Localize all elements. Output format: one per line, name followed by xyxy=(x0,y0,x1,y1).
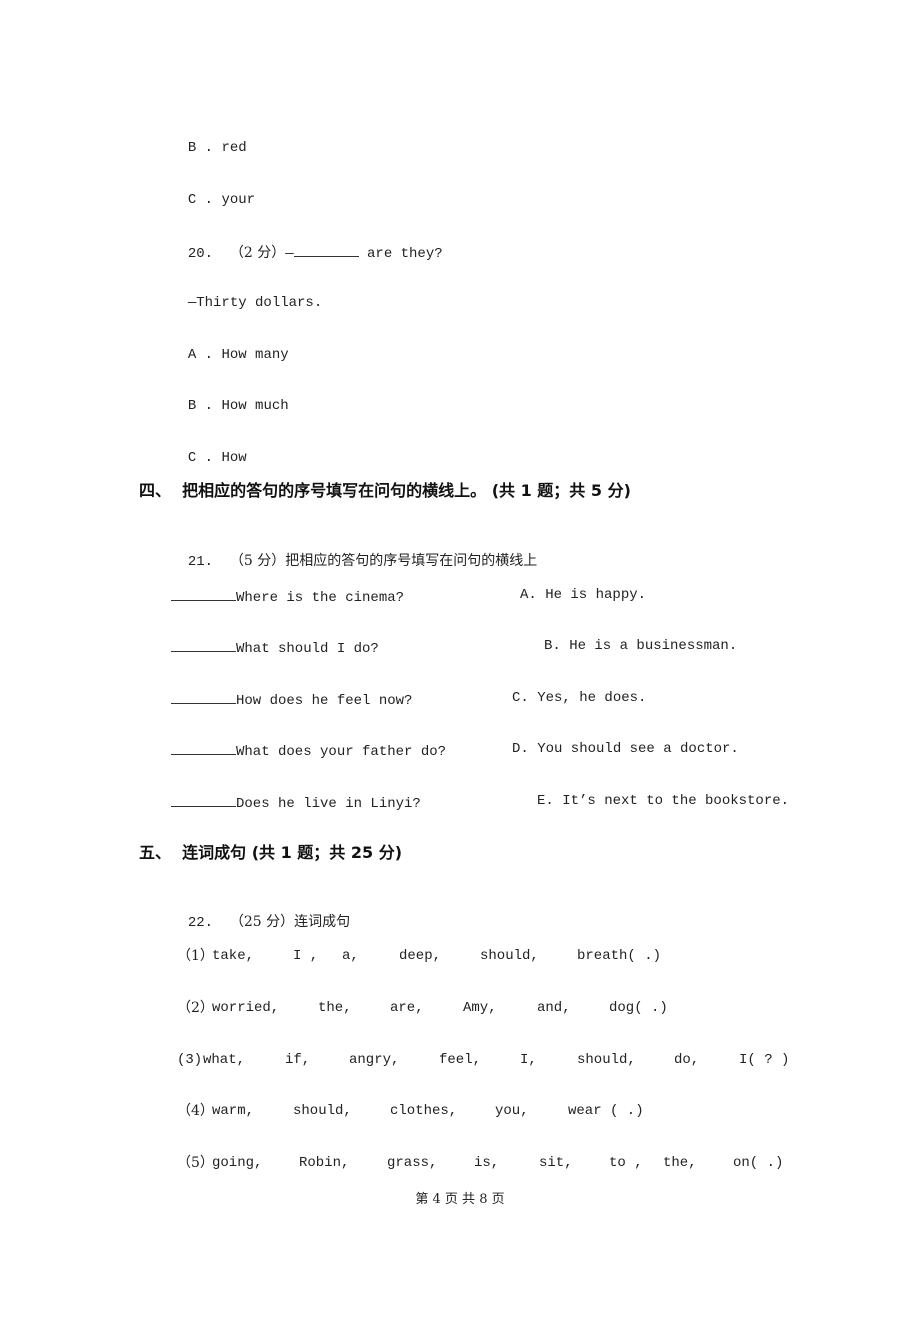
word-token: going, xyxy=(212,1155,263,1171)
match-answer: C. Yes, he does. xyxy=(512,690,647,706)
word-token: on( .) xyxy=(733,1155,784,1171)
word-token: I , xyxy=(293,948,319,964)
item-label: （4） xyxy=(177,1103,214,1119)
word-token: Robin, xyxy=(299,1155,350,1171)
word-token: grass, xyxy=(387,1155,438,1171)
q20-option-c[interactable]: C . How xyxy=(171,431,247,467)
answer-blank[interactable] xyxy=(293,242,359,257)
word-token: dog( .) xyxy=(609,1000,668,1016)
word-token: should, xyxy=(293,1103,352,1119)
match-answer: A. He is happy. xyxy=(520,587,647,603)
word-token: wear ( .) xyxy=(568,1103,644,1119)
q22-prompt: 22. （25 分）连词成句 xyxy=(171,895,350,932)
word-token: the, xyxy=(318,1000,352,1016)
option-letter: C xyxy=(187,192,197,208)
word-token: what, xyxy=(203,1052,246,1068)
question-score: （25 分） xyxy=(229,914,295,930)
item-label: （5） xyxy=(177,1155,214,1171)
question-instruction: 把相应的答句的序号填写在问句的横线上 xyxy=(285,553,538,569)
word-token: angry, xyxy=(349,1052,400,1068)
word-order-item-5: （5） going, Robin, grass, is, sit, to , t… xyxy=(177,1154,897,1172)
question-score: （5 分） xyxy=(229,553,286,569)
word-order-item-1: （1） take, I , a, deep, should, breath( .… xyxy=(177,947,877,965)
question-score: （2 分） xyxy=(229,245,286,261)
q20-reply: —Thirty dollars. xyxy=(187,295,323,311)
word-token: a, xyxy=(342,948,359,964)
word-token: and, xyxy=(537,1000,571,1016)
answer-blank[interactable] xyxy=(171,740,236,755)
option-text: your xyxy=(221,192,256,208)
word-token: I( ? ) xyxy=(739,1052,790,1068)
section-4-heading: 四、 把相应的答句的序号填写在问句的横线上。 (共 1 题；共 5 分) xyxy=(139,481,631,500)
word-token: feel, xyxy=(439,1052,482,1068)
option-text: How xyxy=(221,450,247,466)
match-answer: B. He is a businessman. xyxy=(544,638,738,654)
item-label: （1） xyxy=(177,948,214,964)
q19-option-c: C . your xyxy=(187,192,256,208)
option-letter: A xyxy=(187,347,197,363)
word-order-item-2: （2） worried, the, are, Amy, and, dog( .) xyxy=(177,999,877,1017)
match-row: Where is the cinema? A. He is happy. xyxy=(171,586,871,606)
word-token: the, xyxy=(663,1155,697,1171)
match-row: What does your father do? D. You should … xyxy=(171,740,871,760)
match-question: How does he feel now? xyxy=(236,693,413,709)
word-order-item-3: (3) what, if, angry, feel, I, should, do… xyxy=(177,1051,897,1069)
match-row: How does he feel now? C. Yes, he does. xyxy=(171,689,871,709)
answer-blank[interactable] xyxy=(171,637,236,652)
word-token: worried, xyxy=(212,1000,280,1016)
word-token: are, xyxy=(390,1000,424,1016)
match-row: Does he live in Linyi? E. It’s next to t… xyxy=(171,792,871,812)
word-token: I, xyxy=(520,1052,537,1068)
option-letter: B xyxy=(187,398,197,414)
q20-option-b[interactable]: B . How much xyxy=(171,379,289,415)
match-question: What should I do? xyxy=(236,641,379,657)
option-text: How many xyxy=(221,347,289,363)
prompt-text: are they? xyxy=(358,246,443,262)
q20-prompt: 20. （2 分）— are they? xyxy=(171,224,443,263)
word-token: is, xyxy=(474,1155,500,1171)
option-text: How much xyxy=(221,398,289,414)
word-token: do, xyxy=(674,1052,700,1068)
match-question: Where is the cinema? xyxy=(236,590,405,606)
answer-blank[interactable] xyxy=(171,792,236,807)
q20-option-a[interactable]: A . How many xyxy=(171,328,289,364)
word-token: Amy, xyxy=(463,1000,497,1016)
match-question: What does your father do? xyxy=(236,744,447,760)
word-token: warm, xyxy=(212,1103,255,1119)
word-token: should, xyxy=(577,1052,636,1068)
q19-option-b: B . red xyxy=(187,140,247,156)
q21-prompt: 21. （5 分）把相应的答句的序号填写在问句的横线上 xyxy=(171,534,537,571)
word-token: to , xyxy=(609,1155,643,1171)
word-token: deep, xyxy=(399,948,442,964)
option-letter: C xyxy=(187,450,197,466)
match-answer: E. It’s next to the bookstore. xyxy=(537,793,790,809)
option-text: red xyxy=(221,140,247,156)
word-token: breath( .) xyxy=(577,948,662,964)
answer-blank[interactable] xyxy=(171,586,236,601)
answer-blank[interactable] xyxy=(171,689,236,704)
question-number: 21. xyxy=(187,554,214,570)
item-label: (3) xyxy=(177,1052,203,1068)
word-token: if, xyxy=(285,1052,311,1068)
option-letter: B xyxy=(187,140,197,156)
question-number: 22. xyxy=(187,915,214,931)
word-token: clothes, xyxy=(390,1103,458,1119)
match-row: What should I do? B. He is a businessman… xyxy=(171,637,871,657)
section-5-heading: 五、 连词成句 (共 1 题；共 25 分) xyxy=(139,843,403,862)
word-order-item-4: （4） warm, should, clothes, you, wear ( .… xyxy=(177,1102,877,1120)
match-question: Does he live in Linyi? xyxy=(236,796,421,812)
word-token: you, xyxy=(495,1103,529,1119)
match-answer: D. You should see a doctor. xyxy=(512,741,739,757)
item-label: （2） xyxy=(177,1000,214,1016)
word-token: should, xyxy=(480,948,539,964)
word-token: take, xyxy=(212,948,255,964)
question-number: 20. xyxy=(187,246,214,262)
word-token: sit, xyxy=(539,1155,573,1171)
page-footer: 第 4 页 共 8 页 xyxy=(415,1192,505,1207)
question-instruction: 连词成句 xyxy=(294,914,351,930)
